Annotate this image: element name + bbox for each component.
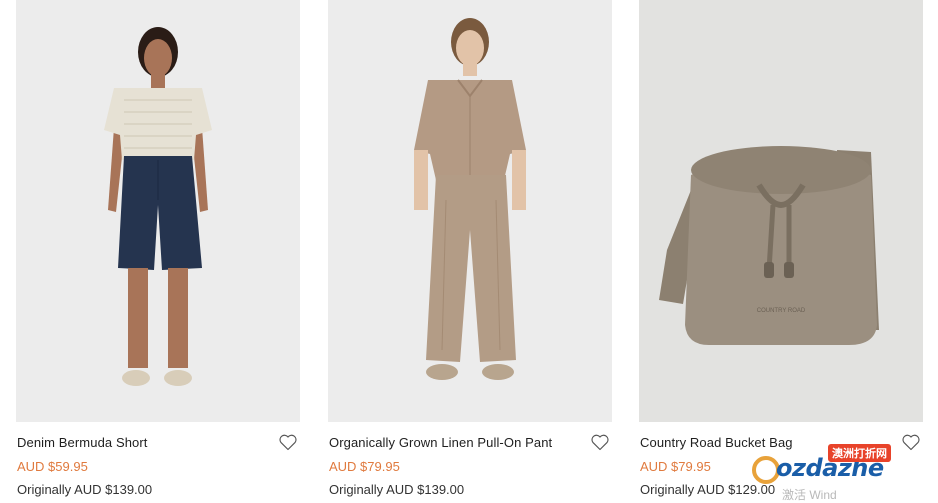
product-image[interactable] <box>328 0 612 422</box>
product-grid: Denim Bermuda Short AUD $59.95 Originall… <box>0 0 938 500</box>
product-name[interactable]: Denim Bermuda Short <box>17 435 148 450</box>
product-card[interactable]: COUNTRY ROAD Country Road Bucket Bag AUD… <box>639 0 923 500</box>
sale-price: AUD $59.95 <box>17 459 88 474</box>
bag-logo: COUNTRY ROAD <box>757 308 806 314</box>
original-price: Originally AUD $139.00 <box>329 482 465 497</box>
model-denim-short-image <box>16 0 300 422</box>
sale-price: AUD $79.95 <box>640 459 711 474</box>
product-name[interactable]: Organically Grown Linen Pull-On Pant <box>329 435 552 450</box>
sale-price: AUD $79.95 <box>329 459 400 474</box>
os-activation-overlay: 激活 Wind <box>782 488 837 502</box>
product-image[interactable] <box>16 0 300 422</box>
product-card[interactable]: Denim Bermuda Short AUD $59.95 Originall… <box>16 0 300 500</box>
watermark-tag: 澳洲打折网 <box>828 444 891 462</box>
model-linen-pant-image <box>328 0 612 422</box>
product-image[interactable]: COUNTRY ROAD <box>639 0 923 422</box>
wishlist-heart-icon[interactable] <box>278 432 298 452</box>
product-card[interactable]: Organically Grown Linen Pull-On Pant AUD… <box>328 0 612 500</box>
wishlist-heart-icon[interactable] <box>590 432 610 452</box>
original-price: Originally AUD $139.00 <box>17 482 153 497</box>
bucket-bag-image: COUNTRY ROAD <box>639 0 923 422</box>
